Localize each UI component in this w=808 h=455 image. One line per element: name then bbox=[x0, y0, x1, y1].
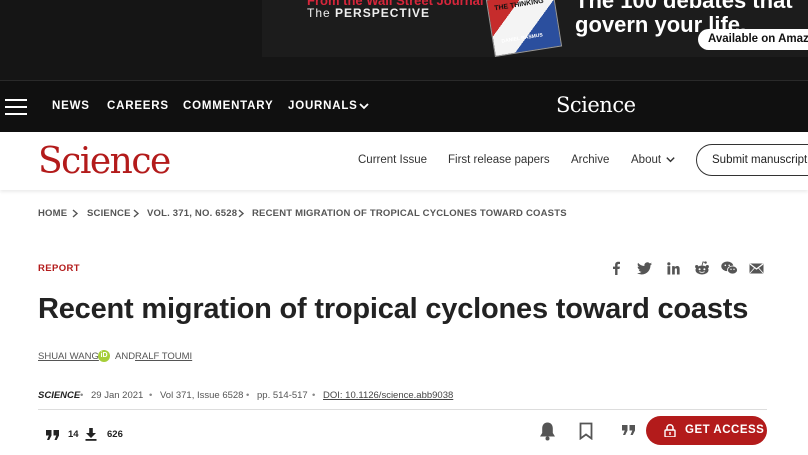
author-link[interactable]: SHUAI WANG bbox=[38, 351, 99, 362]
chevron-down-icon[interactable] bbox=[358, 100, 370, 112]
chevron-right-icon bbox=[238, 209, 245, 218]
science-logo-small[interactable]: Science bbox=[556, 93, 636, 117]
twitter-icon[interactable] bbox=[634, 258, 654, 278]
doi-link[interactable]: DOI: 10.1126/science.abb9038 bbox=[323, 390, 453, 401]
top-navigation: NEWS CAREERS COMMENTARY JOURNALS Science bbox=[0, 80, 808, 132]
bell-icon[interactable] bbox=[539, 421, 556, 441]
author-link[interactable]: RALF TOUMI bbox=[135, 351, 192, 362]
breadcrumb-science[interactable]: SCIENCE bbox=[87, 208, 131, 219]
article-title: Recent migration of tropical cyclones to… bbox=[38, 293, 749, 325]
linkedin-icon[interactable] bbox=[663, 258, 683, 278]
publication-date: 29 Jan 2021 bbox=[91, 390, 144, 401]
link-archive[interactable]: Archive bbox=[571, 154, 609, 166]
meta-separator: • bbox=[149, 390, 153, 401]
breadcrumb-article: RECENT MIGRATION OF TROPICAL CYCLONES TO… bbox=[252, 208, 567, 219]
site-header: Science Current Issue First release pape… bbox=[0, 132, 808, 190]
author-separator: AND bbox=[115, 351, 136, 362]
link-first-release[interactable]: First release papers bbox=[448, 154, 550, 166]
science-logo[interactable]: Science bbox=[38, 141, 171, 182]
reddit-icon[interactable] bbox=[692, 258, 712, 278]
menu-icon[interactable] bbox=[5, 99, 27, 115]
link-current-issue[interactable]: Current Issue bbox=[358, 154, 427, 166]
download-icon[interactable] bbox=[85, 428, 97, 441]
meta-separator: • bbox=[246, 390, 250, 401]
citation-count: 14 bbox=[68, 429, 79, 440]
meta-separator: • bbox=[312, 390, 316, 401]
article-type: REPORT bbox=[38, 263, 80, 274]
ad-subline: The PERSPECTIVE bbox=[307, 6, 431, 20]
wechat-icon[interactable] bbox=[719, 258, 739, 278]
download-count: 626 bbox=[107, 429, 123, 440]
meta-separator: • bbox=[80, 390, 84, 401]
bookmark-icon[interactable] bbox=[579, 422, 593, 440]
cite-icon[interactable] bbox=[622, 425, 636, 436]
lock-icon bbox=[664, 424, 676, 437]
get-access-label: GET ACCESS bbox=[685, 424, 765, 436]
nav-journals[interactable]: JOURNALS bbox=[288, 100, 358, 112]
chevron-down-icon[interactable] bbox=[665, 154, 676, 165]
breadcrumb-volume[interactable]: VOL. 371, NO. 6528 bbox=[147, 208, 237, 219]
citation-icon[interactable] bbox=[46, 430, 60, 441]
link-about[interactable]: About bbox=[631, 154, 661, 166]
volume-issue[interactable]: Vol 371, Issue 6528 bbox=[160, 390, 243, 401]
ad-banner-area: From the Wall Street Journal The PERSPEC… bbox=[0, 0, 808, 80]
ad-cta-button[interactable]: Available on Amazon bbox=[698, 29, 808, 50]
chevron-right-icon bbox=[133, 209, 140, 218]
ad-book-cover: THE THINKING DANIEL RASMUS bbox=[485, 0, 563, 57]
submit-manuscript-button[interactable]: Submit manuscript bbox=[696, 144, 808, 176]
advertisement[interactable]: From the Wall Street Journal The PERSPEC… bbox=[262, 0, 808, 57]
divider bbox=[38, 409, 767, 410]
page-range: pp. 514-517 bbox=[257, 390, 308, 401]
breadcrumb-home[interactable]: HOME bbox=[38, 208, 67, 219]
get-access-button[interactable]: GET ACCESS bbox=[646, 416, 767, 445]
facebook-icon[interactable] bbox=[606, 258, 626, 278]
email-icon[interactable] bbox=[746, 258, 766, 278]
nav-news[interactable]: NEWS bbox=[52, 100, 90, 112]
journal-name[interactable]: SCIENCE bbox=[38, 390, 80, 401]
orcid-icon[interactable]: iD bbox=[98, 350, 110, 362]
nav-careers[interactable]: CAREERS bbox=[107, 100, 169, 112]
chevron-right-icon bbox=[72, 209, 79, 218]
nav-commentary[interactable]: COMMENTARY bbox=[183, 100, 273, 112]
